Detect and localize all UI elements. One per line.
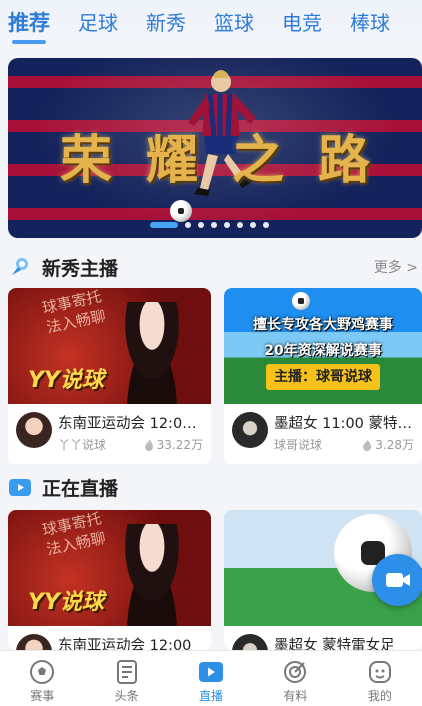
bottom-navigation: 赛事 头条 直播 有料 我的 bbox=[0, 650, 422, 706]
carousel-dot[interactable] bbox=[237, 222, 243, 228]
streamer-name: 丫丫说球 bbox=[58, 438, 107, 452]
more-link[interactable]: 更多 > bbox=[374, 257, 418, 277]
floating-live-button[interactable] bbox=[372, 554, 422, 606]
avatar[interactable] bbox=[232, 412, 268, 448]
streamer-photo bbox=[113, 524, 191, 626]
nav-matches[interactable]: 赛事 bbox=[0, 651, 84, 706]
stream-thumbnail: 球事寄托 法入畅聊 YY说球 bbox=[8, 510, 211, 626]
promo-line: 擅长专攻各大野鸡赛事 bbox=[253, 317, 393, 333]
tab-baseball[interactable]: 棒球 bbox=[350, 8, 390, 38]
tab-football[interactable]: 足球 bbox=[78, 8, 118, 38]
stream-title: 东南亚运动会 12:00... bbox=[58, 416, 205, 432]
top-tab-bar: 推荐 足球 新秀 篮球 电竞 棒球 bbox=[0, 0, 422, 46]
view-count: 3.28万 bbox=[362, 436, 414, 453]
avatar[interactable] bbox=[16, 634, 52, 650]
carousel-dot[interactable] bbox=[224, 222, 230, 228]
soccer-ball-icon bbox=[170, 200, 192, 222]
tab-basketball[interactable]: 篮球 bbox=[214, 8, 254, 38]
video-camera-icon bbox=[386, 573, 410, 587]
nav-profile[interactable]: 我的 bbox=[338, 651, 422, 706]
stream-title: 墨超女 11:00 蒙特雷... bbox=[274, 416, 416, 432]
rookie-streamer-icon bbox=[12, 258, 28, 275]
live-tv-icon bbox=[199, 662, 224, 682]
stream-thumbnail: 擅长专攻各大野鸡赛事 20年资深解说赛事 主播：球哥说球 bbox=[224, 288, 422, 404]
tab-recommended[interactable]: 推荐 bbox=[8, 8, 50, 44]
tab-rookie[interactable]: 新秀 bbox=[146, 8, 186, 38]
promo-line: 20年资深解说赛事 bbox=[264, 343, 382, 359]
stream-title: 东南亚运动会 12:00 bbox=[58, 638, 192, 650]
rookie-section-header: 新秀主播 更多 > bbox=[8, 252, 422, 282]
view-count: 33.22万 bbox=[144, 436, 203, 453]
soccer-ball-icon bbox=[292, 292, 310, 310]
carousel-dot[interactable] bbox=[263, 222, 269, 228]
thumbnail-handwriting: 球事寄托 法入畅聊 bbox=[40, 510, 108, 559]
nav-live[interactable]: 直播 bbox=[169, 651, 253, 706]
thumbnail-promo: 擅长专攻各大野鸡赛事 20年资深解说赛事 主播：球哥说球 bbox=[230, 312, 416, 390]
stream-title: 墨超女 蒙特雷女足 bbox=[274, 638, 395, 650]
soccer-ball-icon bbox=[30, 660, 55, 684]
stream-card[interactable]: 擅长专攻各大野鸡赛事 20年资深解说赛事 主播：球哥说球 墨超女 11:00 蒙… bbox=[224, 288, 422, 464]
profile-icon bbox=[368, 661, 391, 683]
news-icon bbox=[116, 660, 137, 684]
view-count-value: 33.22万 bbox=[156, 438, 203, 452]
avatar[interactable] bbox=[16, 412, 52, 448]
carousel-dot[interactable] bbox=[211, 222, 217, 228]
carousel-dot[interactable] bbox=[150, 222, 178, 228]
nav-headlines[interactable]: 头条 bbox=[84, 651, 168, 706]
streamer-photo bbox=[113, 302, 191, 404]
carousel-dot[interactable] bbox=[185, 222, 191, 228]
nav-label: 有料 bbox=[283, 689, 308, 703]
nav-label: 头条 bbox=[114, 689, 139, 703]
flame-icon bbox=[144, 438, 153, 451]
thumbnail-brand: YY说球 bbox=[28, 368, 104, 393]
thumbnail-handwriting: 球事寄托 法入畅聊 bbox=[40, 288, 108, 337]
tab-esports[interactable]: 电竞 bbox=[282, 8, 322, 38]
carousel-dot[interactable] bbox=[250, 222, 256, 228]
hero-banner[interactable]: 荣耀之路 bbox=[8, 58, 422, 238]
view-count-value: 3.28万 bbox=[375, 438, 414, 452]
nav-insights[interactable]: 有料 bbox=[253, 651, 337, 706]
nav-label: 我的 bbox=[367, 689, 392, 703]
nav-label: 赛事 bbox=[30, 689, 55, 703]
stream-card[interactable]: 球事寄托 法入畅聊 YY说球 东南亚运动会 12:00 bbox=[8, 510, 211, 650]
flame-icon bbox=[363, 438, 372, 451]
avatar[interactable] bbox=[232, 634, 268, 650]
live-section-header: 正在直播 bbox=[8, 472, 422, 502]
live-tv-icon bbox=[9, 479, 31, 496]
section-title: 正在直播 bbox=[42, 477, 119, 500]
stream-thumbnail: 球事寄托 法入畅聊 YY说球 bbox=[8, 288, 211, 404]
target-icon bbox=[284, 661, 307, 683]
stream-card[interactable]: 球事寄托 法入畅聊 YY说球 东南亚运动会 12:00... 丫丫说球 33.2… bbox=[8, 288, 211, 464]
thumbnail-brand: YY说球 bbox=[28, 590, 104, 615]
banner-title: 荣耀之路 bbox=[59, 130, 404, 191]
promo-badge: 主播：球哥说球 bbox=[266, 364, 380, 390]
streamer-name: 球哥说球 bbox=[274, 438, 323, 452]
carousel-dot[interactable] bbox=[198, 222, 204, 228]
carousel-indicator[interactable] bbox=[150, 222, 269, 228]
section-title: 新秀主播 bbox=[42, 257, 119, 280]
nav-label: 直播 bbox=[199, 689, 224, 703]
